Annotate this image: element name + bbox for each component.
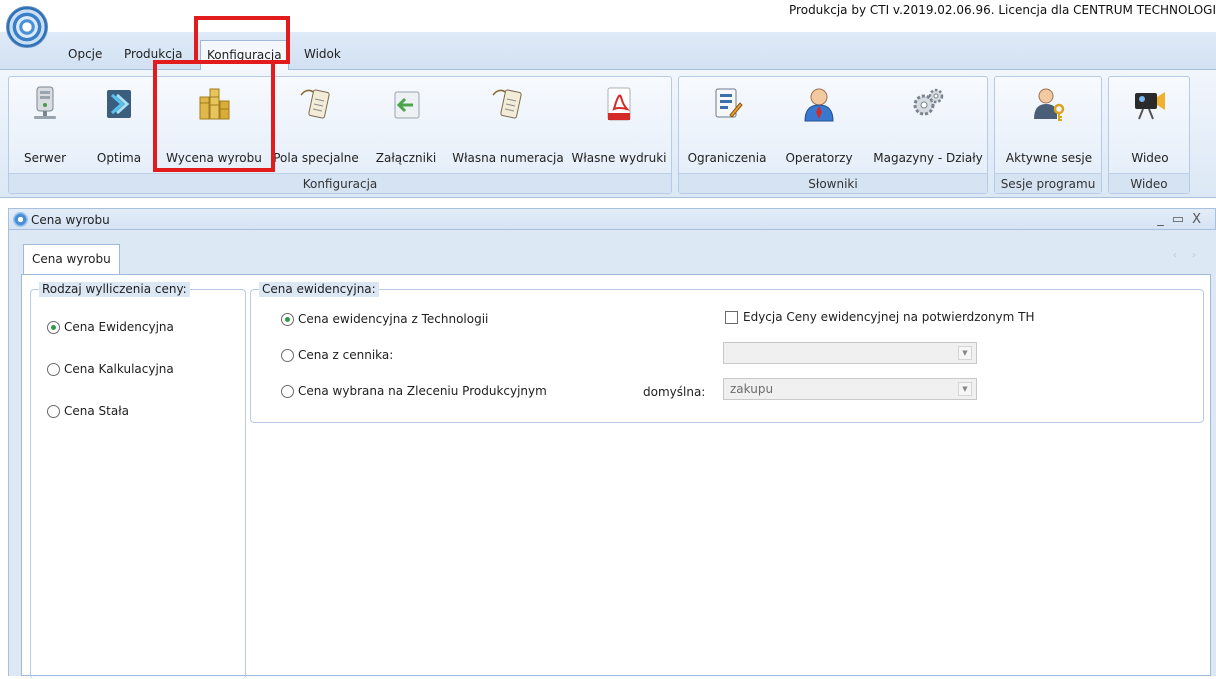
title-bar: Produkcja by CTI v.2019.02.06.96. Licenc… (0, 0, 1216, 48)
operator-user-icon (804, 88, 834, 122)
rodzaj-fieldset: Rodzaj wylliczenia ceny: Cena Ewidencyjn… (30, 282, 246, 679)
window-title-bar: Cena wyrobu _▭X (8, 208, 1216, 230)
zalaczniki-button[interactable]: Załączniki (371, 77, 441, 173)
radio-checked-icon[interactable] (47, 320, 60, 334)
radio-checked-icon[interactable] (281, 312, 294, 326)
tab-panel: Rodzaj wylliczenia ceny: Cena Ewidencyjn… (21, 274, 1211, 679)
wlasne-wydruki-button[interactable]: Własne wydruki (571, 77, 667, 173)
domyslna-select[interactable]: zakupu ▼ (723, 378, 977, 400)
radio-unchecked-icon[interactable] (281, 384, 294, 398)
radio-label: Cena Kalkulacyjna (64, 362, 174, 376)
radio-label: Cena wybrana na Zleceniu Produkcyjnym (298, 384, 547, 398)
optima-icon (107, 90, 131, 118)
tag-document-icon (492, 89, 522, 119)
ograniczenia-button[interactable]: Ograniczenia (687, 77, 767, 173)
app-menu-orb-icon[interactable] (6, 6, 48, 48)
magazyny-dzialy-button[interactable]: Magazyny - Działy (873, 77, 983, 173)
ribbon-group-wideo: Wideo Wideo (1108, 76, 1190, 194)
radio-unchecked-icon[interactable] (47, 362, 60, 376)
app-title: Produkcja by CTI v.2019.02.06.96. Licenc… (789, 3, 1216, 17)
serwer-button[interactable]: Serwer (15, 77, 75, 173)
operatorzy-label: Operatorzy (785, 151, 853, 165)
video-camera-icon (1135, 92, 1165, 120)
aktywne-sesje-label: Aktywne sesje (1005, 151, 1093, 165)
zalaczniki-label: Załączniki (375, 151, 437, 165)
window-title: Cena wyrobu (31, 213, 110, 227)
tab-widok[interactable]: Widok (298, 40, 347, 70)
edycja-ceny-checkbox[interactable]: Edycja Ceny ewidencyjnej na potwierdzony… (725, 310, 1035, 324)
cennik-select[interactable]: ▼ (723, 342, 977, 364)
pola-specjalne-button[interactable]: Pola specjalne (271, 77, 361, 173)
ribbon-group-slowniki-label: Słowniki (679, 173, 987, 193)
restrictions-document-icon (715, 88, 743, 118)
chevron-down-icon[interactable]: ▼ (958, 346, 972, 360)
window-content: Cena wyrobu ‹ › Rodzaj wylliczenia ceny:… (8, 230, 1216, 679)
ribbon-group-sesje: Aktywne sesje Sesje programu (994, 76, 1102, 194)
radio-cena-kalkulacyjna[interactable]: Cena Kalkulacyjna (47, 362, 174, 376)
radio-cena-z-cennika[interactable]: Cena z cennika: (281, 348, 393, 362)
highlight-wycena-wyrobu (153, 60, 275, 172)
gears-icon (913, 88, 944, 116)
checkbox-label: Edycja Ceny ewidencyjnej na potwierdzony… (743, 310, 1035, 324)
radio-ewidencyjna-z-technologii[interactable]: Cena ewidencyjna z Technologii (281, 312, 488, 326)
ribbon-group-sesje-label: Sesje programu (995, 173, 1101, 193)
tab-scroll-arrows[interactable]: ‹ › (1173, 250, 1202, 261)
chevron-down-icon[interactable]: ▼ (958, 382, 972, 396)
wideo-label: Wideo (1131, 151, 1169, 165)
maximize-button[interactable]: ▭ (1172, 212, 1192, 227)
radio-cena-na-zleceniu[interactable]: Cena wybrana na Zleceniu Produkcyjnym (281, 384, 547, 398)
wlasne-wydruki-label: Własne wydruki (571, 151, 667, 165)
optima-button[interactable]: Optima (89, 77, 149, 173)
window-logo-icon (13, 212, 28, 227)
ograniczenia-label: Ograniczenia (687, 151, 767, 165)
domyslna-value: zakupu (730, 382, 774, 396)
radio-unchecked-icon[interactable] (47, 404, 60, 418)
checkbox-icon[interactable] (725, 310, 738, 324)
ribbon-group-slowniki: Ograniczenia Operatorzy Magazyny - Dział… (678, 76, 988, 194)
window-controls: _▭X (1157, 209, 1209, 231)
rodzaj-legend: Rodzaj wylliczenia ceny: (39, 282, 190, 297)
radio-unchecked-icon[interactable] (281, 348, 294, 362)
magazyny-dzialy-label: Magazyny - Działy (873, 151, 983, 165)
tab-opcje[interactable]: Opcje (62, 40, 108, 70)
ewidencyjna-fieldset: Cena ewidencyjna: Cena ewidencyjna z Tec… (250, 282, 1204, 423)
optima-label: Optima (96, 151, 142, 165)
wlasna-numeracja-label: Własna numeracja (452, 151, 564, 165)
minimize-button[interactable]: _ (1157, 212, 1172, 227)
ribbon-group-konfiguracja-label: Konfiguracja (9, 173, 671, 193)
close-button[interactable]: X (1192, 212, 1209, 227)
serwer-label: Serwer (23, 151, 67, 165)
highlight-konfiguracja-tab (194, 16, 290, 64)
server-icon (34, 86, 56, 119)
pola-specjalne-label: Pola specjalne (273, 151, 359, 165)
ribbon-group-konfiguracja: Serwer Optima Wycena wyrobu Pola specjal… (8, 76, 672, 194)
pdf-icon (607, 87, 631, 121)
wlasna-numeracja-button[interactable]: Własna numeracja (452, 77, 564, 173)
tag-document-icon (300, 89, 330, 119)
tab-cena-wyrobu[interactable]: Cena wyrobu (23, 244, 120, 274)
radio-label: Cena ewidencyjna z Technologii (298, 312, 489, 326)
radio-cena-ewidencyjna[interactable]: Cena Ewidencyjna (47, 320, 174, 334)
operatorzy-button[interactable]: Operatorzy (779, 77, 859, 173)
domyslna-label: domyślna: (643, 385, 706, 399)
user-key-icon (1034, 88, 1065, 121)
radio-label: Cena Ewidencyjna (64, 320, 174, 334)
radio-label: Cena z cennika: (298, 348, 394, 362)
attachment-arrow-icon (394, 91, 420, 119)
aktywne-sesje-button[interactable]: Aktywne sesje (1003, 77, 1095, 173)
wideo-button[interactable]: Wideo (1115, 77, 1185, 173)
radio-label: Cena Stała (64, 404, 129, 418)
ewidencyjna-legend: Cena ewidencyjna: (259, 282, 379, 297)
radio-cena-stala[interactable]: Cena Stała (47, 404, 129, 418)
ribbon-group-wideo-label: Wideo (1109, 173, 1189, 193)
